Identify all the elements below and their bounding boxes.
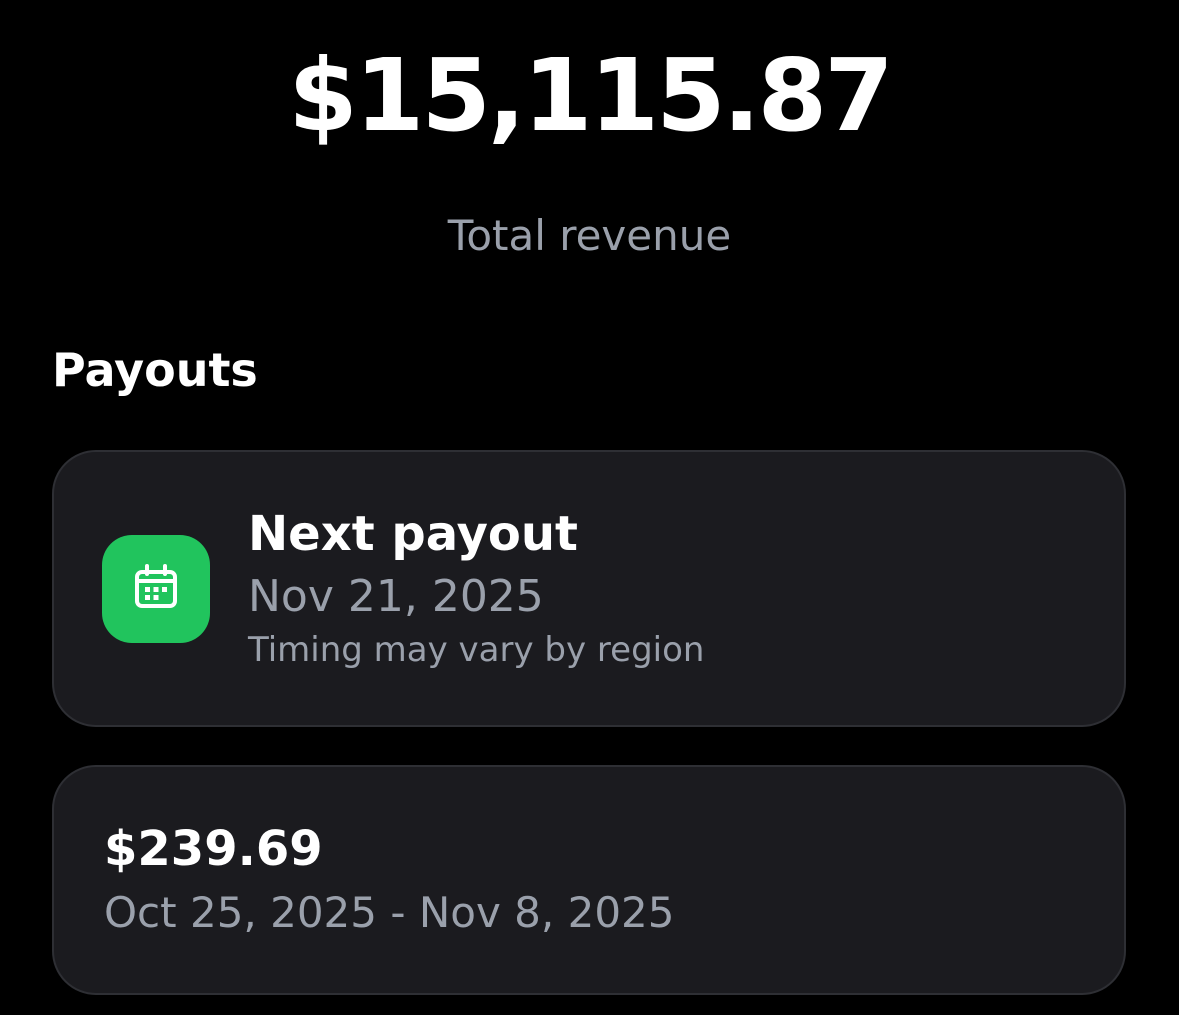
- next-payout-title: Next payout: [248, 506, 578, 562]
- total-revenue-amount: $15,115.87: [288, 37, 894, 154]
- payouts-section-title: Payouts: [52, 343, 258, 397]
- payout-amount: $239.69: [104, 821, 323, 877]
- next-payout-note: Timing may vary by region: [248, 630, 705, 670]
- calendar-badge: [102, 535, 210, 643]
- payout-history-item[interactable]: $239.69 Oct 25, 2025 - Nov 8, 2025: [52, 765, 1126, 995]
- next-payout-date: Nov 21, 2025: [248, 571, 544, 622]
- calendar-icon: [132, 563, 180, 615]
- next-payout-card[interactable]: Next payout Nov 21, 2025 Timing may vary…: [52, 450, 1126, 727]
- payout-date-range: Oct 25, 2025 - Nov 8, 2025: [104, 888, 675, 937]
- total-revenue-label: Total revenue: [447, 211, 732, 260]
